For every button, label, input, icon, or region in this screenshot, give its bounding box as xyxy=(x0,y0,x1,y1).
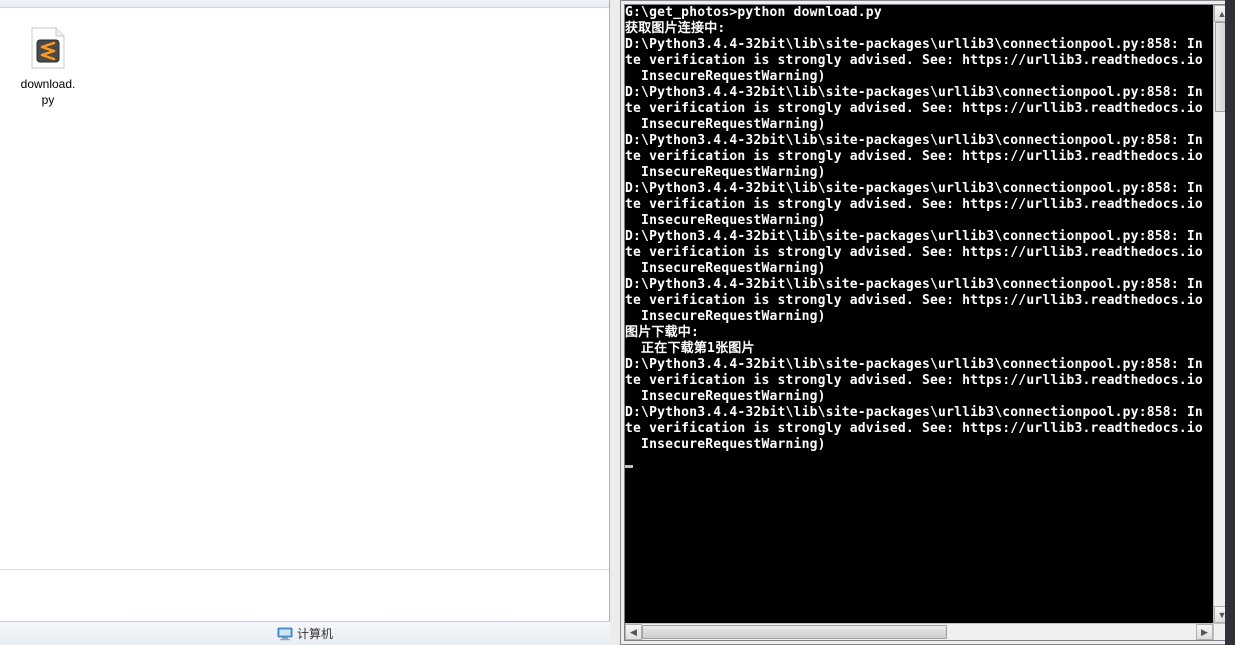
explorer-separator xyxy=(0,569,609,570)
terminal-line: InsecureRequestWarning) xyxy=(625,437,1213,453)
terminal-line: te verification is strongly advised. See… xyxy=(625,101,1213,117)
file-item-download-py[interactable]: download. py xyxy=(8,20,88,112)
terminal-line: te verification is strongly advised. See… xyxy=(625,373,1213,389)
terminal-line: InsecureRequestWarning) xyxy=(625,309,1213,325)
terminal-horizontal-scrollbar[interactable]: ◀ ▶ xyxy=(625,623,1213,640)
statusbar-label: 计算机 xyxy=(297,625,333,642)
terminal-cursor xyxy=(625,465,633,468)
terminal-line: InsecureRequestWarning) xyxy=(625,117,1213,133)
terminal-line: 图片下载中: xyxy=(625,325,1213,341)
hscroll-track[interactable] xyxy=(642,624,1196,640)
terminal-line: te verification is strongly advised. See… xyxy=(625,149,1213,165)
terminal-line: D:\Python3.4.4-32bit\lib\site-packages\u… xyxy=(625,357,1213,373)
terminal-line: D:\Python3.4.4-32bit\lib\site-packages\u… xyxy=(625,277,1213,293)
hscroll-thumb[interactable] xyxy=(642,625,947,639)
sublime-file-icon xyxy=(24,24,72,72)
terminal-line: InsecureRequestWarning) xyxy=(625,69,1213,85)
terminal-window: G:\get_photos>python download.py获取图片连接中:… xyxy=(620,0,1235,645)
file-name-line1: download. xyxy=(21,77,76,91)
terminal-line: te verification is strongly advised. See… xyxy=(625,197,1213,213)
terminal-cursor-line xyxy=(625,453,1213,469)
computer-icon xyxy=(277,626,293,642)
explorer-statusbar: 计算机 xyxy=(0,621,610,645)
terminal-line: D:\Python3.4.4-32bit\lib\site-packages\u… xyxy=(625,37,1213,53)
terminal-line: te verification is strongly advised. See… xyxy=(625,245,1213,261)
terminal-line: te verification is strongly advised. See… xyxy=(625,53,1213,69)
terminal-line: D:\Python3.4.4-32bit\lib\site-packages\u… xyxy=(625,85,1213,101)
scroll-left-button[interactable]: ◀ xyxy=(625,624,642,640)
right-strip xyxy=(1225,0,1235,645)
explorer-pane: download. py 计算机 xyxy=(0,0,610,645)
terminal-inner: G:\get_photos>python download.py获取图片连接中:… xyxy=(624,4,1231,641)
terminal-line: te verification is strongly advised. See… xyxy=(625,293,1213,309)
terminal-line: InsecureRequestWarning) xyxy=(625,213,1213,229)
explorer-toolbar xyxy=(0,0,609,8)
terminal-line: D:\Python3.4.4-32bit\lib\site-packages\u… xyxy=(625,133,1213,149)
terminal-line: D:\Python3.4.4-32bit\lib\site-packages\u… xyxy=(625,405,1213,421)
terminal-output[interactable]: G:\get_photos>python download.py获取图片连接中:… xyxy=(625,5,1213,623)
terminal-line: InsecureRequestWarning) xyxy=(625,165,1213,181)
terminal-line: InsecureRequestWarning) xyxy=(625,389,1213,405)
file-label: download. py xyxy=(12,76,84,108)
file-area[interactable]: download. py xyxy=(0,8,609,566)
terminal-line: te verification is strongly advised. See… xyxy=(625,421,1213,437)
terminal-line: G:\get_photos>python download.py xyxy=(625,5,1213,21)
file-name-line2: py xyxy=(42,93,55,107)
terminal-line: D:\Python3.4.4-32bit\lib\site-packages\u… xyxy=(625,181,1213,197)
terminal-line: 获取图片连接中: xyxy=(625,21,1213,37)
terminal-line: D:\Python3.4.4-32bit\lib\site-packages\u… xyxy=(625,229,1213,245)
terminal-line: InsecureRequestWarning) xyxy=(625,261,1213,277)
terminal-line: 正在下载第1张图片 xyxy=(625,341,1213,357)
scroll-right-button[interactable]: ▶ xyxy=(1196,624,1213,640)
